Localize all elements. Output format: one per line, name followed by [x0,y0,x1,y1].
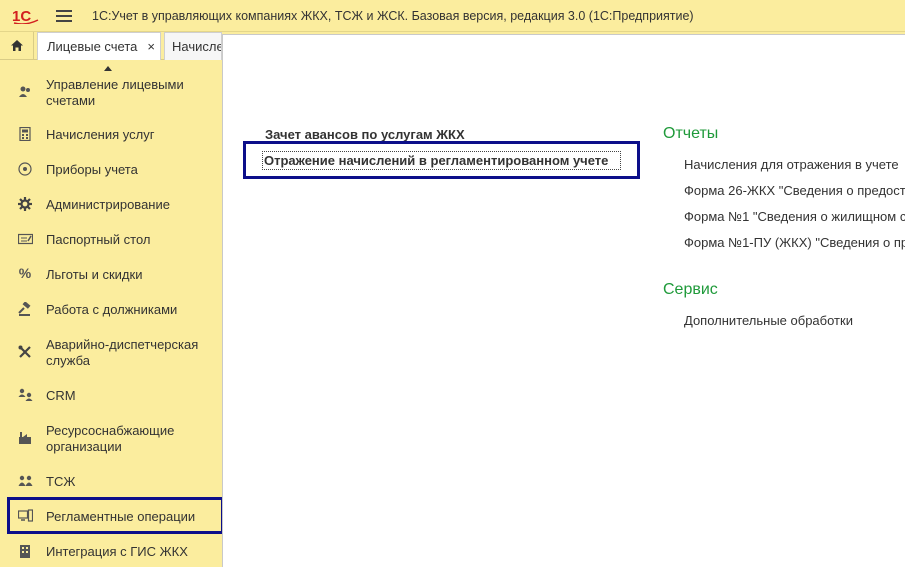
sidebar-item-label: Приборы учета [46,162,138,177]
report-link[interactable]: Форма №1-ПУ (ЖКХ) "Сведения о пр [684,235,905,250]
sidebar-item-admin[interactable]: Администрирование [0,194,222,214]
tab-nachisleniya[interactable]: Начисле [164,32,222,60]
sidebar-item-label: Льготы и скидки [46,267,143,282]
1c-logo: 1С [12,8,42,24]
section-service-title: Сервис [663,281,718,298]
sidebar-item-label: Паспортный стол [46,232,151,247]
sidebar-item-gis[interactable]: Интеграция с ГИС ЖКХ [0,541,222,561]
sidebar-item-label: Начисления услуг [46,127,155,142]
sidebar-item-debtors[interactable]: Работа с должниками [0,299,222,319]
home-icon[interactable] [0,32,34,59]
sidebar-item-label: Аварийно-диспетчерская служба [46,337,199,368]
sidebar-item-label: Управление лицевыми счетами [46,77,184,108]
sidebar-item-label: Интеграция с ГИС ЖКХ [46,544,188,559]
sidebar-item-label: CRM [46,388,76,403]
calculator-icon [17,126,33,142]
report-link[interactable]: Начисления для отражения в учете [684,157,899,172]
sidebar-item-meters[interactable]: Приборы учета [0,159,222,179]
operations-icon [17,508,33,524]
sidebar-item-label: Администрирование [46,197,170,212]
sidebar-item-label: ТСЖ [46,474,76,489]
sidebar-item-label: Работа с должниками [46,302,178,317]
svg-text:1С: 1С [12,8,31,24]
scroll-up-icon[interactable] [104,66,112,71]
gear-icon [17,196,33,212]
crm-icon [17,387,33,403]
sidebar-item-emergency[interactable]: Аварийно-диспетчерская служба [0,334,222,374]
people-icon [17,473,33,489]
title-bar: 1С 1С:Учет в управляющих компаниях ЖКХ, … [0,0,905,32]
sidebar-item-passport[interactable]: Паспортный стол [0,229,222,249]
sidebar-item-label: Регламентные операции [46,509,196,524]
tab-licevye-scheta[interactable]: Лицевые счета × [37,32,161,60]
tools-icon [17,344,33,360]
main-panel [222,34,905,567]
report-link[interactable]: Форма 26-ЖКХ "Сведения о предост [684,183,905,198]
sidebar-item-tszh[interactable]: ТСЖ [0,471,222,491]
sidebar-item-label: Ресурсоснабжающие организации [46,423,175,454]
close-icon[interactable]: × [147,39,155,54]
gavel-icon [17,301,33,317]
link-otrazhenie-nachisleniy[interactable]: Отражение начислений в регламентированно… [264,153,608,168]
section-reports-title: Отчеты [663,125,719,142]
sidebar-item-benefits[interactable]: % Льготы и скидки [0,264,222,284]
tab-label: Лицевые счета [47,39,138,54]
users-icon [17,84,33,100]
passport-icon [17,231,33,247]
sidebar-item-charges[interactable]: Начисления услуг [0,124,222,144]
sidebar-item-crm[interactable]: CRM [0,385,222,405]
link-zachet-avansov[interactable]: Зачет авансов по услугам ЖКХ [265,127,465,142]
sidebar: Управление лицевыми счетами Начисления у… [0,60,222,567]
meter-icon [17,161,33,177]
report-link[interactable]: Форма №1 "Сведения о жилищном с [684,209,905,224]
main-menu-icon[interactable] [56,9,72,22]
sidebar-item-operations[interactable]: Регламентные операции [0,506,222,526]
sidebar-item-suppliers[interactable]: Ресурсоснабжающие организации [0,420,222,460]
service-link[interactable]: Дополнительные обработки [684,313,853,328]
app-title: 1С:Учет в управляющих компаниях ЖКХ, ТСЖ… [92,8,694,23]
building-icon [17,543,33,559]
sidebar-item-accounts[interactable]: Управление лицевыми счетами [0,74,222,114]
factory-icon [17,430,33,446]
tab-label: Начисле [172,39,222,54]
percent-icon: % [18,265,32,281]
